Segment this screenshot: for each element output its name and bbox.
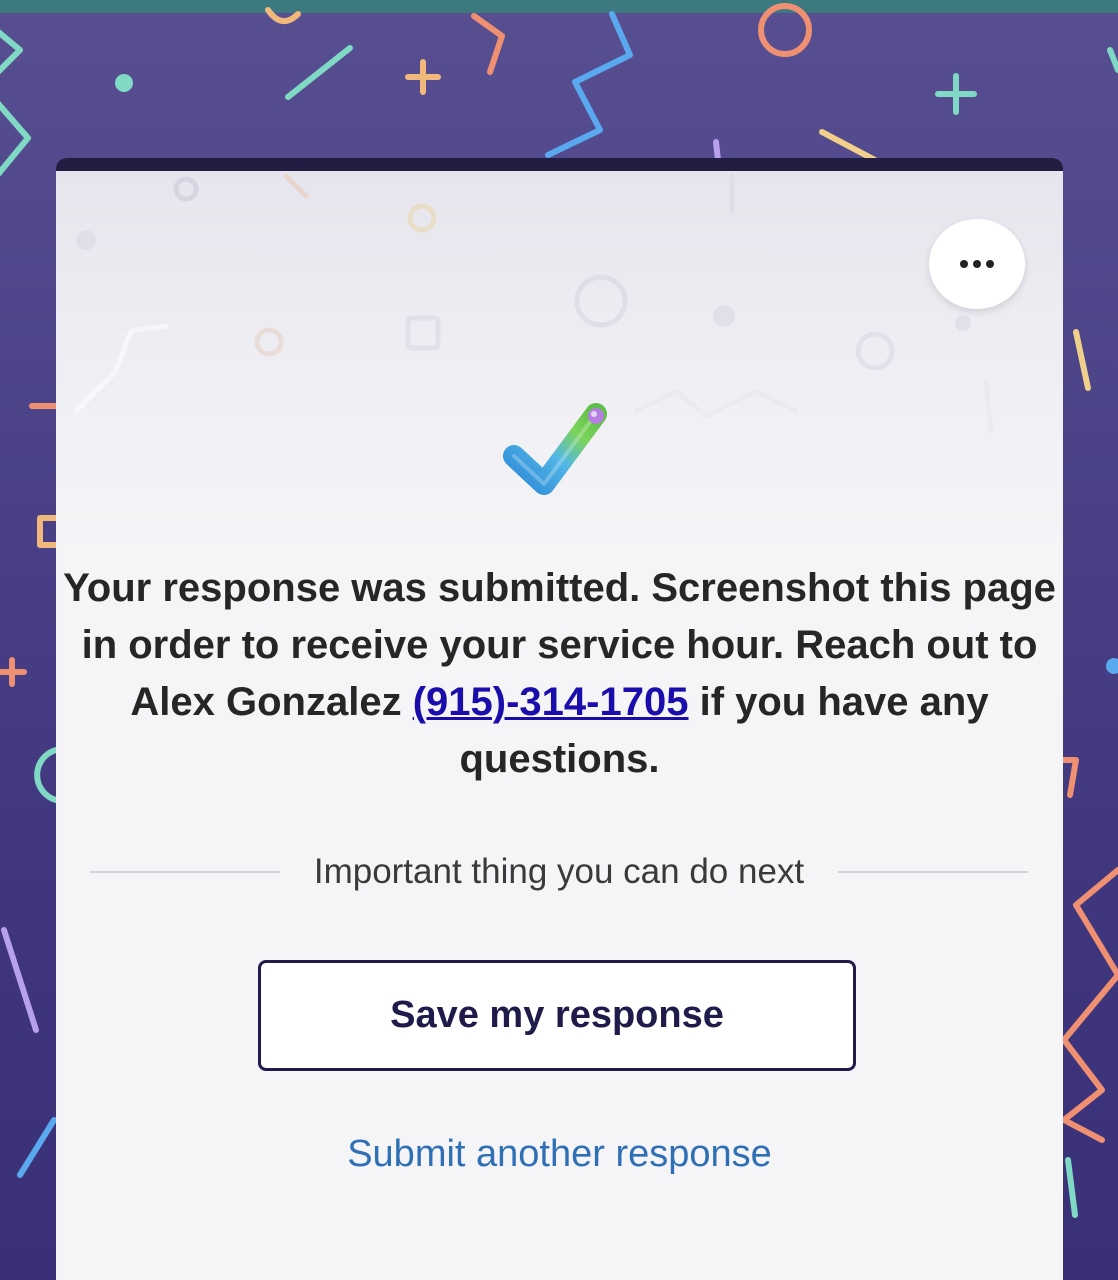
more-horizontal-icon-dot bbox=[986, 260, 994, 268]
more-options-button[interactable] bbox=[929, 219, 1025, 309]
card-header-area bbox=[56, 171, 1063, 551]
card-top-bar bbox=[56, 158, 1063, 171]
more-horizontal-icon-dot bbox=[960, 260, 968, 268]
submit-another-response-link[interactable]: Submit another response bbox=[56, 1133, 1063, 1176]
more-horizontal-icon-dot bbox=[973, 260, 981, 268]
page-background: Your response was submitted. Screenshot … bbox=[0, 0, 1118, 1280]
confirmation-card: Your response was submitted. Screenshot … bbox=[56, 158, 1063, 1280]
checkmark-icon bbox=[503, 403, 607, 495]
save-response-button[interactable]: Save my response bbox=[258, 960, 856, 1071]
next-steps-divider: Important thing you can do next bbox=[90, 846, 1028, 898]
confirmation-message: Your response was submitted. Screenshot … bbox=[56, 560, 1063, 788]
phone-link[interactable]: (915)-314-1705 bbox=[413, 680, 689, 724]
next-steps-heading: Important thing you can do next bbox=[313, 852, 805, 891]
divider-line-right bbox=[838, 871, 1028, 873]
divider-line-left bbox=[90, 871, 280, 873]
